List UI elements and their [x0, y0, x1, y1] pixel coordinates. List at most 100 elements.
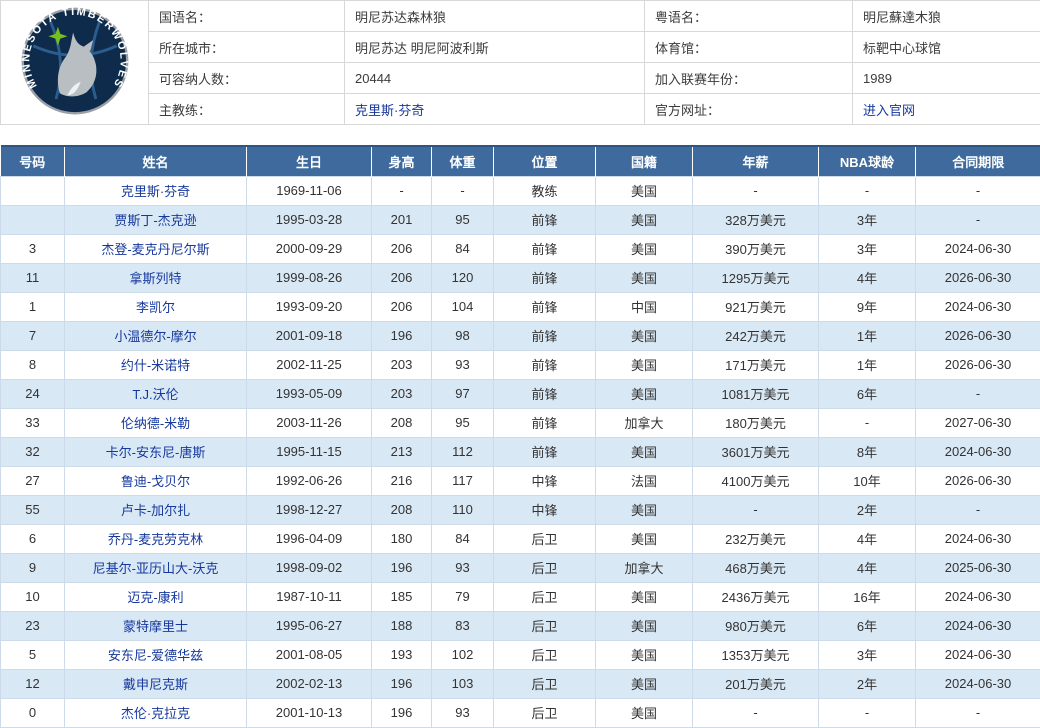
player-name-link[interactable]: 迈克-康利 [127, 590, 183, 605]
player-name-link[interactable]: 李凯尔 [136, 300, 175, 315]
salary-cell: - [693, 495, 819, 524]
salary-cell: 1295万美元 [693, 263, 819, 292]
col-header-nationality: 国籍 [596, 146, 693, 176]
contract-term-cell: 2024-06-30 [916, 524, 1040, 553]
nationality-cell: 美国 [596, 263, 693, 292]
position-cell: 教练 [494, 176, 596, 205]
col-header-jersey-number: 号码 [1, 146, 65, 176]
player-name-link[interactable]: 安东尼-爱德华兹 [108, 648, 203, 663]
player-name-link[interactable]: 贾斯丁-杰克逊 [114, 213, 196, 228]
position-cell: 中锋 [494, 466, 596, 495]
timberwolves-logo-icon: MINNESOTA TIMBERWOLVES [18, 4, 132, 118]
birthday-cell: 1992-06-26 [247, 466, 372, 495]
roster-header-row: 号码 姓名 生日 身高 体重 位置 国籍 年薪 NBA球龄 合同期限 [1, 146, 1040, 176]
birthday-cell: 2000-09-29 [247, 234, 372, 263]
contract-term-cell: 2026-06-30 [916, 321, 1040, 350]
salary-cell: 921万美元 [693, 292, 819, 321]
nationality-cell: 美国 [596, 582, 693, 611]
birthday-cell: 1995-06-27 [247, 611, 372, 640]
player-name-link[interactable]: 拿斯列特 [129, 271, 181, 286]
salary-cell: 3601万美元 [693, 437, 819, 466]
birthday-cell: 2003-11-26 [247, 408, 372, 437]
player-name-cell: 拿斯列特 [65, 263, 247, 292]
birthday-cell: 1996-04-09 [247, 524, 372, 553]
nba-seniority-cell: 1年 [819, 350, 916, 379]
nba-seniority-cell: 4年 [819, 553, 916, 582]
weight-cell: 97 [432, 379, 494, 408]
player-name-link[interactable]: 杰伦·克拉克 [121, 706, 190, 721]
player-name-link[interactable]: 戴申尼克斯 [123, 677, 188, 692]
label-official-site: 官方网址： [645, 94, 853, 125]
weight-cell: - [432, 176, 494, 205]
salary-cell: 201万美元 [693, 669, 819, 698]
nba-seniority-cell: - [819, 698, 916, 727]
player-name-link[interactable]: 尼基尔-亚历山大-沃克 [93, 561, 219, 576]
col-header-birthday: 生日 [247, 146, 372, 176]
nba-seniority-cell: 16年 [819, 582, 916, 611]
roster-table: 号码 姓名 生日 身高 体重 位置 国籍 年薪 NBA球龄 合同期限 克里斯·芬… [0, 145, 1040, 728]
salary-cell: 4100万美元 [693, 466, 819, 495]
value-city: 明尼苏达 明尼阿波利斯 [345, 32, 645, 63]
nationality-cell: 加拿大 [596, 553, 693, 582]
player-name-link[interactable]: 杰登-麦克丹尼尔斯 [101, 242, 209, 257]
position-cell: 后卫 [494, 611, 596, 640]
nationality-cell: 加拿大 [596, 408, 693, 437]
player-name-cell: 李凯尔 [65, 292, 247, 321]
official-site-link[interactable]: 进入官网 [863, 103, 915, 118]
birthday-cell: 2002-11-25 [247, 350, 372, 379]
player-name-link[interactable]: 约什-米诺特 [121, 358, 190, 373]
col-header-position: 位置 [494, 146, 596, 176]
player-name-link[interactable]: 小温德尔-摩尔 [114, 329, 196, 344]
player-name-link[interactable]: 卡尔-安东尼-唐斯 [106, 445, 206, 460]
nationality-cell: 美国 [596, 640, 693, 669]
player-name-cell: 尼基尔-亚历山大-沃克 [65, 553, 247, 582]
birthday-cell: 1999-08-26 [247, 263, 372, 292]
birthday-cell: 1995-11-15 [247, 437, 372, 466]
nationality-cell: 美国 [596, 379, 693, 408]
position-cell: 中锋 [494, 495, 596, 524]
jersey-number-cell: 27 [1, 466, 65, 495]
player-name-link[interactable]: 鲁迪-戈贝尔 [121, 474, 190, 489]
position-cell: 前锋 [494, 437, 596, 466]
player-name-cell: 杰登-麦克丹尼尔斯 [65, 234, 247, 263]
nba-seniority-cell: 3年 [819, 205, 916, 234]
weight-cell: 110 [432, 495, 494, 524]
label-join-year: 加入联赛年份： [645, 63, 853, 94]
label-cantonese-name: 粤语名： [645, 1, 853, 32]
weight-cell: 117 [432, 466, 494, 495]
jersey-number-cell: 7 [1, 321, 65, 350]
birthday-cell: 2002-02-13 [247, 669, 372, 698]
player-row: 克里斯·芬奇1969-11-06--教练美国--- [1, 176, 1040, 205]
weight-cell: 112 [432, 437, 494, 466]
team-logo-cell: MINNESOTA TIMBERWOLVES [1, 1, 149, 125]
jersey-number-cell: 24 [1, 379, 65, 408]
nba-seniority-cell: 2年 [819, 669, 916, 698]
team-info-row: 主教练： 克里斯·芬奇 官方网址： 进入官网 [1, 94, 1040, 125]
height-cell: - [372, 176, 432, 205]
contract-term-cell: - [916, 205, 1040, 234]
salary-cell: 468万美元 [693, 553, 819, 582]
player-name-cell: 贾斯丁-杰克逊 [65, 205, 247, 234]
nationality-cell: 法国 [596, 466, 693, 495]
player-name-cell: 乔丹-麦克劳克林 [65, 524, 247, 553]
nationality-cell: 美国 [596, 437, 693, 466]
player-name-link[interactable]: T.J.沃伦 [132, 387, 178, 402]
jersey-number-cell: 12 [1, 669, 65, 698]
birthday-cell: 1969-11-06 [247, 176, 372, 205]
player-row: 32卡尔-安东尼-唐斯1995-11-15213112前锋美国3601万美元8年… [1, 437, 1040, 466]
head-coach-link[interactable]: 克里斯·芬奇 [355, 103, 424, 118]
nationality-cell: 美国 [596, 698, 693, 727]
jersey-number-cell: 11 [1, 263, 65, 292]
contract-term-cell: 2024-06-30 [916, 611, 1040, 640]
player-name-link[interactable]: 卢卡-加尔扎 [121, 503, 190, 518]
player-name-link[interactable]: 克里斯·芬奇 [121, 184, 190, 199]
jersey-number-cell [1, 205, 65, 234]
roster-body: 克里斯·芬奇1969-11-06--教练美国---贾斯丁-杰克逊1995-03-… [1, 176, 1040, 727]
nba-seniority-cell: - [819, 408, 916, 437]
player-name-link[interactable]: 乔丹-麦克劳克林 [108, 532, 203, 547]
player-name-link[interactable]: 伦纳德-米勒 [121, 416, 190, 431]
player-name-link[interactable]: 蒙特摩里士 [123, 619, 188, 634]
col-header-weight: 体重 [432, 146, 494, 176]
height-cell: 193 [372, 640, 432, 669]
height-cell: 196 [372, 698, 432, 727]
